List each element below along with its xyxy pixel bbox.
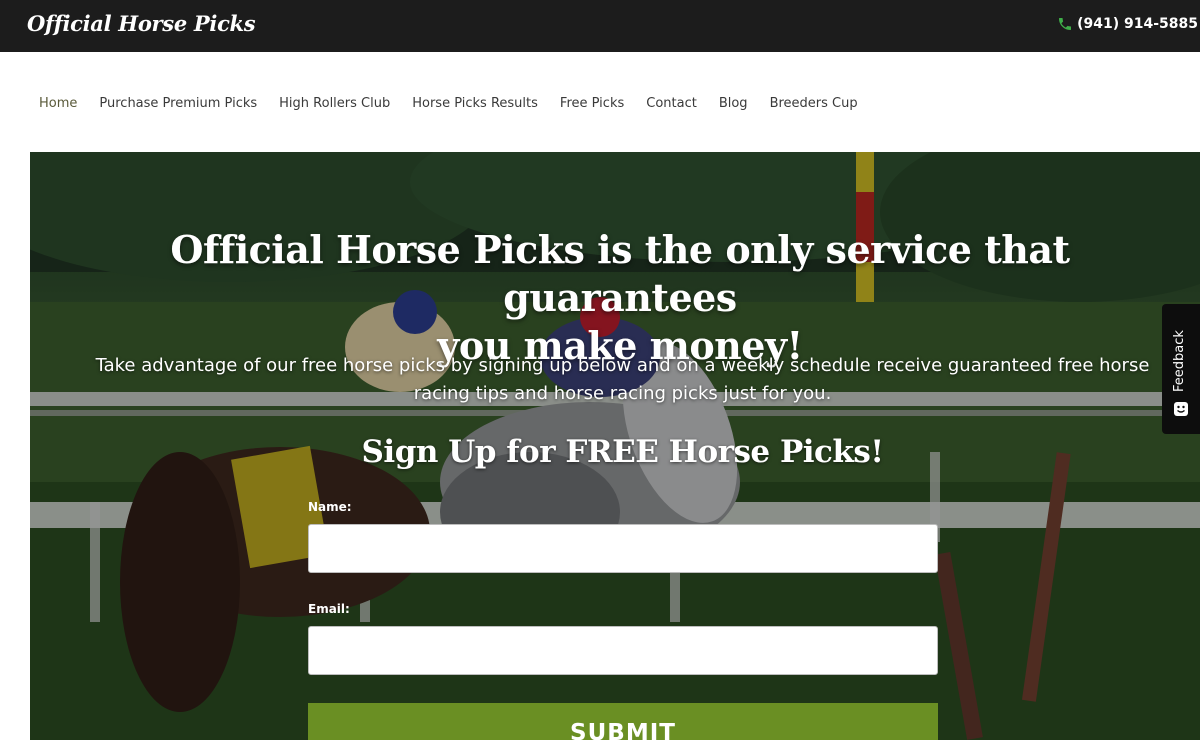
- top-bar: Official Horse Picks (941) 914-5885: [0, 0, 1200, 52]
- nav-item-contact[interactable]: Contact: [635, 96, 708, 111]
- site-title-link[interactable]: Official Horse Picks: [27, 11, 256, 36]
- nav-item-high-rollers-club[interactable]: High Rollers Club: [268, 96, 401, 111]
- email-label: Email:: [308, 602, 350, 616]
- hero-subtext: Take advantage of our free horse picks b…: [95, 355, 1150, 404]
- email-input[interactable]: [308, 626, 938, 675]
- nav-item-free-picks[interactable]: Free Picks: [549, 96, 635, 111]
- phone-icon: [1059, 18, 1072, 30]
- nav-item-horse-picks-results[interactable]: Horse Picks Results: [401, 96, 549, 111]
- signup-title: Sign Up for FREE Horse Picks!: [361, 434, 884, 470]
- nav-item-blog[interactable]: Blog: [708, 96, 759, 111]
- name-label: Name:: [308, 500, 352, 514]
- name-input[interactable]: [308, 524, 938, 573]
- phone-number[interactable]: (941) 914-5885: [1057, 16, 1198, 32]
- nav-item-breeders-cup[interactable]: Breeders Cup: [759, 96, 869, 111]
- feedback-label: Feedback: [1172, 330, 1187, 392]
- hero-headline-line1: Official Horse Picks is the only service…: [170, 227, 1070, 320]
- submit-button[interactable]: SUBMIT: [308, 703, 938, 740]
- nav-item-purchase-premium-picks[interactable]: Purchase Premium Picks: [88, 96, 268, 111]
- phone-text: (941) 914-5885: [1077, 16, 1198, 32]
- feedback-tab[interactable]: Feedback: [1162, 304, 1200, 434]
- hero-section: Official Horse Picks is the only service…: [30, 152, 1200, 740]
- smile-icon: [1174, 402, 1188, 416]
- nav-item-home[interactable]: Home: [28, 96, 88, 111]
- hero-headline: Official Horse Picks is the only service…: [70, 226, 1170, 370]
- main-nav: Home Purchase Premium Picks High Rollers…: [28, 92, 869, 114]
